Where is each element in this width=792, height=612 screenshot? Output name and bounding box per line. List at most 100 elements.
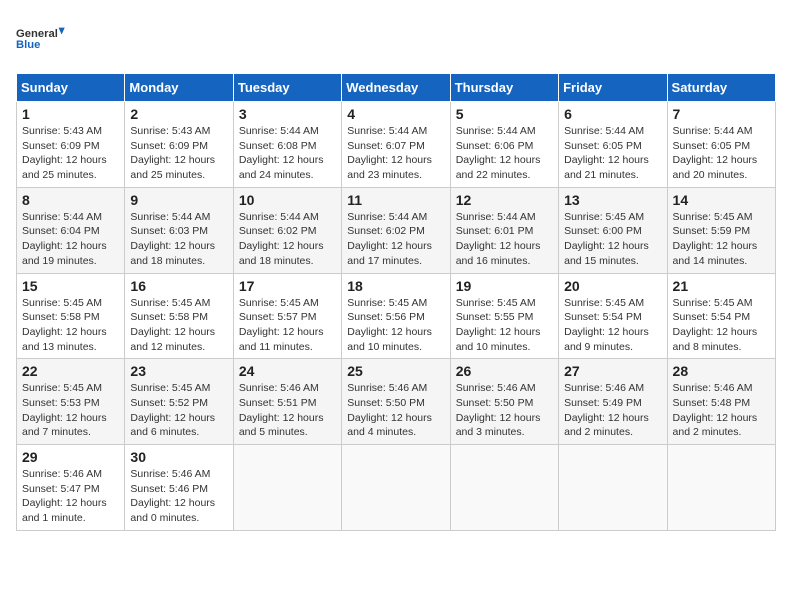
calendar-cell: 13 Sunrise: 5:45 AMSunset: 6:00 PMDayligh… xyxy=(559,187,667,273)
calendar-week-3: 15 Sunrise: 5:45 AMSunset: 5:58 PMDayligh… xyxy=(17,273,776,359)
calendar-cell: 18Sunrise: 5:45 AMSunset: 5:56 PMDayligh… xyxy=(342,273,450,359)
calendar-cell: 7 Sunrise: 5:44 AMSunset: 6:05 PMDaylight… xyxy=(667,102,775,188)
calendar-week-1: 1 Sunrise: 5:43 AMSunset: 6:09 PMDaylight… xyxy=(17,102,776,188)
cell-info: Sunrise: 5:44 AMSunset: 6:01 PMDaylight:… xyxy=(456,210,553,269)
calendar-cell: 23Sunrise: 5:45 AMSunset: 5:52 PMDayligh… xyxy=(125,359,233,445)
cell-info: Sunrise: 5:45 AMSunset: 6:00 PMDaylight:… xyxy=(564,210,661,269)
calendar-cell: 15 Sunrise: 5:45 AMSunset: 5:58 PMDayligh… xyxy=(17,273,125,359)
cell-info: Sunrise: 5:46 AMSunset: 5:48 PMDaylight:… xyxy=(673,381,770,440)
cell-info: Sunrise: 5:45 AMSunset: 5:58 PMDaylight:… xyxy=(22,296,119,355)
weekday-header-sunday: Sunday xyxy=(17,74,125,102)
cell-info: Sunrise: 5:44 AMSunset: 6:05 PMDaylight:… xyxy=(673,124,770,183)
day-number: 13 xyxy=(564,192,661,208)
calendar-cell: 12Sunrise: 5:44 AMSunset: 6:01 PMDayligh… xyxy=(450,187,558,273)
day-number: 22 xyxy=(22,363,119,379)
calendar-week-2: 8 Sunrise: 5:44 AMSunset: 6:04 PMDaylight… xyxy=(17,187,776,273)
day-number: 2 xyxy=(130,106,227,122)
cell-info: Sunrise: 5:44 AMSunset: 6:06 PMDaylight:… xyxy=(456,124,553,183)
day-number: 9 xyxy=(130,192,227,208)
calendar-cell: 2 Sunrise: 5:43 AMSunset: 6:09 PMDaylight… xyxy=(125,102,233,188)
day-number: 17 xyxy=(239,278,336,294)
calendar-cell xyxy=(342,445,450,531)
cell-info: Sunrise: 5:43 AMSunset: 6:09 PMDaylight:… xyxy=(130,124,227,183)
calendar-cell: 28 Sunrise: 5:46 AMSunset: 5:48 PMDayligh… xyxy=(667,359,775,445)
day-number: 29 xyxy=(22,449,119,465)
calendar-cell xyxy=(667,445,775,531)
calendar-cell: 17 Sunrise: 5:45 AMSunset: 5:57 PMDayligh… xyxy=(233,273,341,359)
cell-info: Sunrise: 5:46 AMSunset: 5:51 PMDaylight:… xyxy=(239,381,336,440)
calendar-cell: 22Sunrise: 5:45 AMSunset: 5:53 PMDayligh… xyxy=(17,359,125,445)
day-number: 16 xyxy=(130,278,227,294)
calendar-cell: 26 Sunrise: 5:46 AMSunset: 5:50 PMDayligh… xyxy=(450,359,558,445)
day-number: 30 xyxy=(130,449,227,465)
cell-info: Sunrise: 5:45 AMSunset: 5:55 PMDaylight:… xyxy=(456,296,553,355)
cell-info: Sunrise: 5:45 AMSunset: 5:57 PMDaylight:… xyxy=(239,296,336,355)
calendar-cell: 19 Sunrise: 5:45 AMSunset: 5:55 PMDayligh… xyxy=(450,273,558,359)
day-number: 7 xyxy=(673,106,770,122)
calendar-cell: 14Sunrise: 5:45 AMSunset: 5:59 PMDayligh… xyxy=(667,187,775,273)
day-number: 19 xyxy=(456,278,553,294)
cell-info: Sunrise: 5:46 AMSunset: 5:47 PMDaylight:… xyxy=(22,467,119,526)
day-number: 20 xyxy=(564,278,661,294)
cell-info: Sunrise: 5:46 AMSunset: 5:50 PMDaylight:… xyxy=(347,381,444,440)
day-number: 3 xyxy=(239,106,336,122)
day-number: 25 xyxy=(347,363,444,379)
cell-info: Sunrise: 5:45 AMSunset: 5:59 PMDaylight:… xyxy=(673,210,770,269)
cell-info: Sunrise: 5:44 AMSunset: 6:03 PMDaylight:… xyxy=(130,210,227,269)
weekday-header-saturday: Saturday xyxy=(667,74,775,102)
cell-info: Sunrise: 5:44 AMSunset: 6:08 PMDaylight:… xyxy=(239,124,336,183)
cell-info: Sunrise: 5:45 AMSunset: 5:54 PMDaylight:… xyxy=(564,296,661,355)
day-number: 27 xyxy=(564,363,661,379)
day-number: 10 xyxy=(239,192,336,208)
calendar-week-4: 22Sunrise: 5:45 AMSunset: 5:53 PMDayligh… xyxy=(17,359,776,445)
calendar-cell: 5 Sunrise: 5:44 AMSunset: 6:06 PMDaylight… xyxy=(450,102,558,188)
calendar-cell: 21Sunrise: 5:45 AMSunset: 5:54 PMDayligh… xyxy=(667,273,775,359)
cell-info: Sunrise: 5:45 AMSunset: 5:58 PMDaylight:… xyxy=(130,296,227,355)
weekday-header-thursday: Thursday xyxy=(450,74,558,102)
calendar-cell: 30 Sunrise: 5:46 AMSunset: 5:46 PMDayligh… xyxy=(125,445,233,531)
calendar-cell xyxy=(450,445,558,531)
calendar-cell: 25 Sunrise: 5:46 AMSunset: 5:50 PMDayligh… xyxy=(342,359,450,445)
day-number: 28 xyxy=(673,363,770,379)
calendar-table: SundayMondayTuesdayWednesdayThursdayFrid… xyxy=(16,73,776,531)
calendar-cell xyxy=(233,445,341,531)
calendar-cell: 3 Sunrise: 5:44 AMSunset: 6:08 PMDaylight… xyxy=(233,102,341,188)
day-number: 6 xyxy=(564,106,661,122)
calendar-cell xyxy=(559,445,667,531)
cell-info: Sunrise: 5:45 AMSunset: 5:54 PMDaylight:… xyxy=(673,296,770,355)
cell-info: Sunrise: 5:46 AMSunset: 5:46 PMDaylight:… xyxy=(130,467,227,526)
day-number: 23 xyxy=(130,363,227,379)
cell-info: Sunrise: 5:46 AMSunset: 5:50 PMDaylight:… xyxy=(456,381,553,440)
cell-info: Sunrise: 5:43 AMSunset: 6:09 PMDaylight:… xyxy=(22,124,119,183)
logo-svg: General Blue xyxy=(16,16,66,61)
day-number: 5 xyxy=(456,106,553,122)
calendar-cell: 20 Sunrise: 5:45 AMSunset: 5:54 PMDayligh… xyxy=(559,273,667,359)
cell-info: Sunrise: 5:44 AMSunset: 6:04 PMDaylight:… xyxy=(22,210,119,269)
weekday-header-monday: Monday xyxy=(125,74,233,102)
cell-info: Sunrise: 5:44 AMSunset: 6:02 PMDaylight:… xyxy=(347,210,444,269)
calendar-cell: 8 Sunrise: 5:44 AMSunset: 6:04 PMDaylight… xyxy=(17,187,125,273)
logo: General Blue xyxy=(16,16,66,61)
weekday-header-wednesday: Wednesday xyxy=(342,74,450,102)
page-header: General Blue xyxy=(16,16,776,61)
cell-info: Sunrise: 5:44 AMSunset: 6:05 PMDaylight:… xyxy=(564,124,661,183)
weekday-header-friday: Friday xyxy=(559,74,667,102)
day-number: 8 xyxy=(22,192,119,208)
calendar-cell: 4Sunrise: 5:44 AMSunset: 6:07 PMDaylight… xyxy=(342,102,450,188)
cell-info: Sunrise: 5:46 AMSunset: 5:49 PMDaylight:… xyxy=(564,381,661,440)
calendar-cell: 29 Sunrise: 5:46 AMSunset: 5:47 PMDayligh… xyxy=(17,445,125,531)
weekday-header-row: SundayMondayTuesdayWednesdayThursdayFrid… xyxy=(17,74,776,102)
svg-text:General: General xyxy=(16,28,58,40)
day-number: 15 xyxy=(22,278,119,294)
day-number: 18 xyxy=(347,278,444,294)
calendar-cell: 11Sunrise: 5:44 AMSunset: 6:02 PMDayligh… xyxy=(342,187,450,273)
calendar-cell: 27 Sunrise: 5:46 AMSunset: 5:49 PMDayligh… xyxy=(559,359,667,445)
calendar-cell: 24Sunrise: 5:46 AMSunset: 5:51 PMDayligh… xyxy=(233,359,341,445)
calendar-week-5: 29 Sunrise: 5:46 AMSunset: 5:47 PMDayligh… xyxy=(17,445,776,531)
calendar-cell: 6 Sunrise: 5:44 AMSunset: 6:05 PMDaylight… xyxy=(559,102,667,188)
cell-info: Sunrise: 5:44 AMSunset: 6:07 PMDaylight:… xyxy=(347,124,444,183)
day-number: 26 xyxy=(456,363,553,379)
calendar-cell: 1 Sunrise: 5:43 AMSunset: 6:09 PMDaylight… xyxy=(17,102,125,188)
calendar-cell: 9 Sunrise: 5:44 AMSunset: 6:03 PMDaylight… xyxy=(125,187,233,273)
day-number: 1 xyxy=(22,106,119,122)
